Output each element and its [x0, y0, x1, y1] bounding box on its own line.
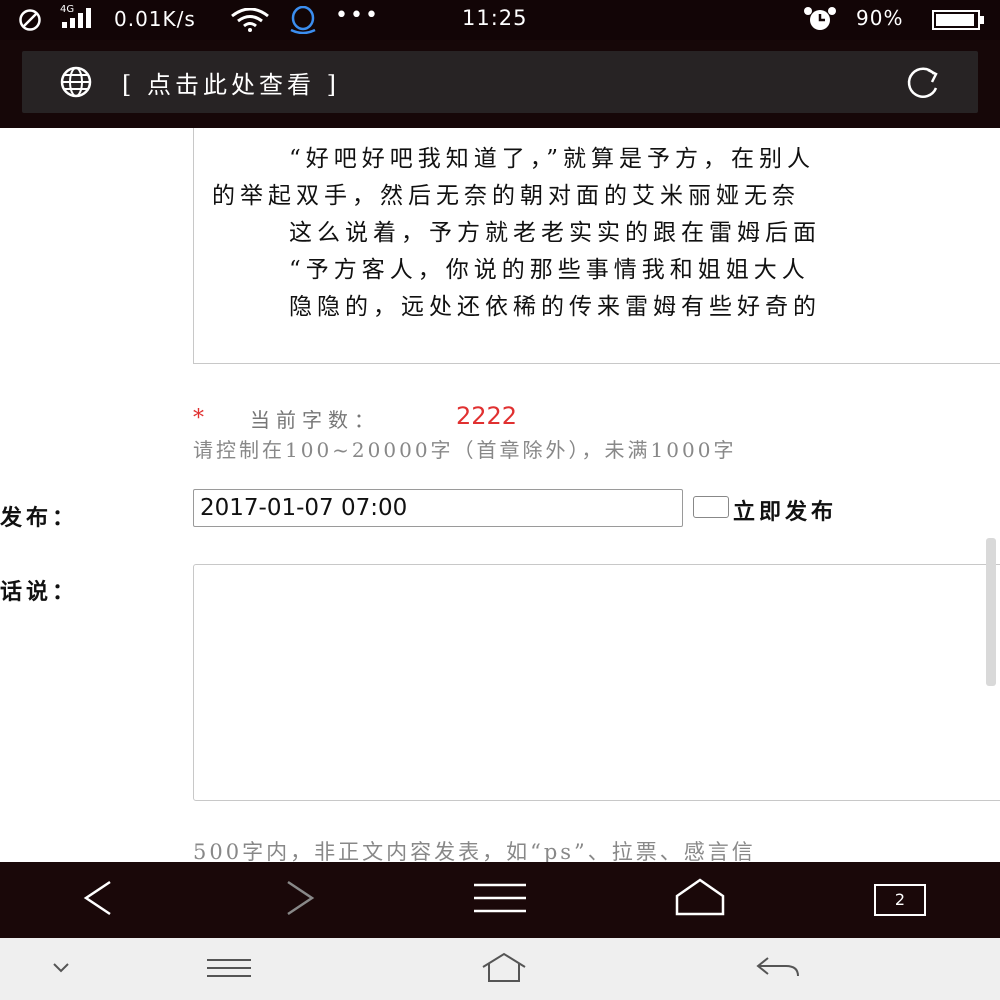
required-star: *	[193, 406, 204, 431]
more-notifications: •••	[335, 3, 380, 28]
immediate-publish-checkbox[interactable]	[693, 496, 729, 518]
network-type-label: 4G	[60, 4, 75, 15]
no-sim-icon	[18, 8, 42, 37]
text-line: 这么说着，予方就老老实实的跟在雷姆后面	[289, 220, 821, 246]
address-bar[interactable]: [ 点击此处查看 ]	[22, 51, 978, 113]
chevron-down-icon[interactable]	[50, 960, 72, 979]
home-outline-icon[interactable]	[480, 952, 528, 988]
qq-icon	[285, 5, 321, 39]
browser-toolbar: 2	[0, 862, 1000, 938]
globe-icon	[54, 66, 102, 102]
alarm-icon	[802, 6, 838, 37]
immediate-publish-label[interactable]: 立即发布	[733, 494, 837, 526]
back-icon[interactable]	[78, 876, 118, 924]
clock-time: 11:25	[462, 6, 528, 30]
refresh-icon[interactable]	[894, 64, 950, 104]
signal-icon: 4G	[60, 4, 104, 35]
browser-top-bar: [ 点击此处查看 ]	[0, 40, 1000, 128]
publish-label: 发布：	[0, 505, 79, 531]
page-content: “好吧好吧我知道了，”就算是予方，在别人 的举起双手，然后无奈的朝对面的艾米丽娅…	[0, 128, 1000, 862]
text-line: “予方客人，你说的那些事情我和姐姐大人	[289, 257, 810, 283]
home-icon[interactable]	[674, 876, 726, 924]
forward-icon[interactable]	[280, 876, 320, 924]
system-nav-bar	[0, 938, 1000, 1000]
publish-datetime-input[interactable]: 2017-01-07 07:00	[193, 489, 683, 527]
hamburger-icon[interactable]	[205, 956, 253, 984]
word-count-hint: 请控制在100~20000字（首章除外），未满1000字	[193, 438, 737, 462]
author-words-hint: 500字内，非正文内容发表，如“ps”、拉票、感言信	[193, 840, 756, 862]
chapter-text-area[interactable]: “好吧好吧我知道了，”就算是予方，在别人 的举起双手，然后无奈的朝对面的艾米丽娅…	[193, 128, 1000, 364]
address-text[interactable]: [ 点击此处查看 ]	[122, 65, 340, 100]
status-bar: 4G 0.01K/s ••• 11:25 90%	[0, 0, 1000, 40]
network-speed: 0.01K/s	[114, 7, 196, 31]
scrollbar[interactable]	[986, 538, 996, 686]
word-count-value: 2222	[456, 402, 518, 430]
author-words-label: 话说：	[0, 579, 79, 605]
author-words-textarea[interactable]	[193, 564, 1000, 801]
tabs-icon[interactable]: 2	[874, 884, 926, 916]
wifi-icon	[230, 7, 270, 37]
battery-level: 90%	[856, 6, 904, 30]
menu-icon[interactable]	[472, 876, 528, 924]
text-line: 隐隐的，远处还依稀的传来雷姆有些好奇的	[289, 294, 821, 320]
text-line: “好吧好吧我知道了，”就算是予方，在别人	[289, 146, 816, 172]
return-icon[interactable]	[754, 954, 802, 986]
text-line: 的举起双手，然后无奈的朝对面的艾米丽娅无奈	[212, 183, 800, 209]
battery-icon	[932, 10, 986, 35]
word-count-label: 当前字数：	[250, 408, 380, 432]
